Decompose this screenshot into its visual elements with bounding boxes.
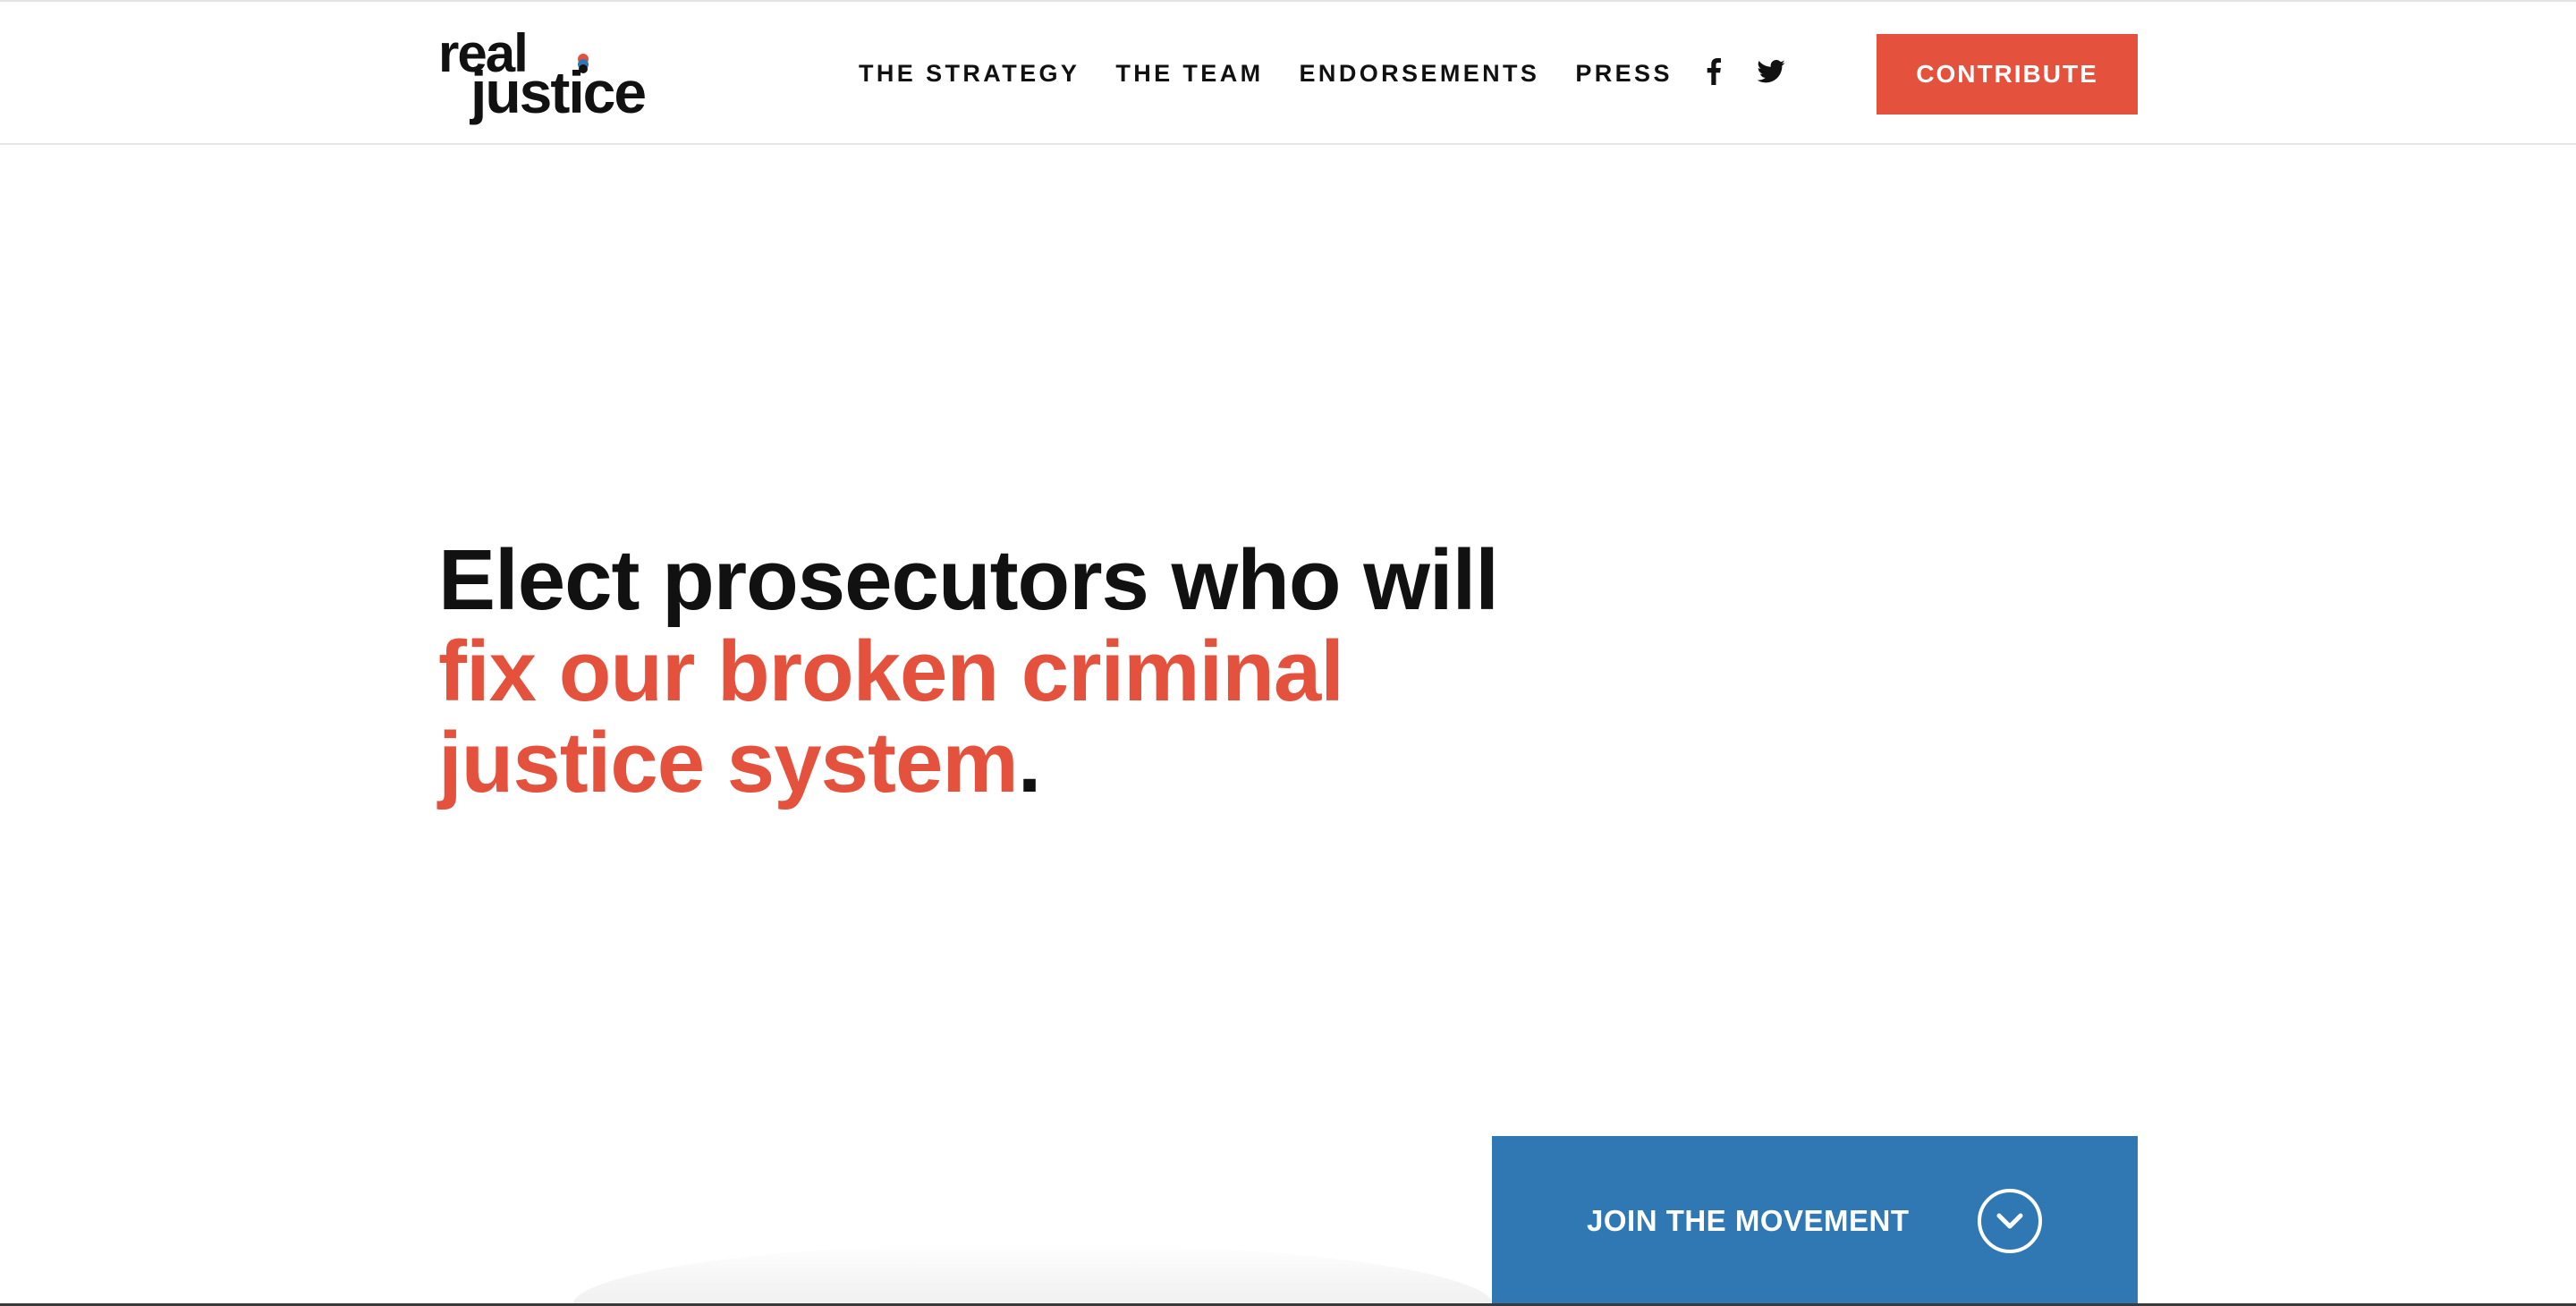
main-nav: THE STRATEGY THE TEAM ENDORSEMENTS PRESS [859, 2, 1708, 145]
facebook-icon [1707, 57, 1721, 85]
nav-item-press[interactable]: PRESS [1575, 60, 1673, 88]
hero-text-accent: fix our broken criminal justice system [438, 623, 1344, 810]
twitter-link[interactable] [1757, 59, 1785, 88]
logo-line-2: justice [470, 59, 647, 125]
nav-item-the-strategy[interactable]: THE STRATEGY [859, 60, 1080, 88]
hero-text-part1: Elect prosecutors who will [438, 532, 1499, 628]
contribute-button[interactable]: CONTRIBUTE [1877, 34, 2138, 114]
nav-item-endorsements[interactable]: ENDORSEMENTS [1300, 60, 1540, 88]
twitter-icon [1757, 59, 1785, 82]
join-the-movement-label: JOIN THE MOVEMENT [1587, 1204, 1910, 1237]
hero-headline: Elect prosecutors who will fix our broke… [438, 535, 1601, 809]
facebook-link[interactable] [1707, 57, 1721, 89]
social-links [1707, 2, 1785, 145]
hero-text-end: . [1017, 715, 1042, 810]
section-shadow [572, 1243, 1494, 1306]
site-header: real justice THE STRATEGY THE TEAM ENDOR… [0, 2, 2576, 145]
join-the-movement-button[interactable]: JOIN THE MOVEMENT [1492, 1136, 2138, 1306]
site-logo[interactable]: real justice [438, 27, 662, 125]
nav-item-the-team[interactable]: THE TEAM [1115, 60, 1263, 88]
chevron-down-circle-icon [1978, 1189, 2042, 1253]
